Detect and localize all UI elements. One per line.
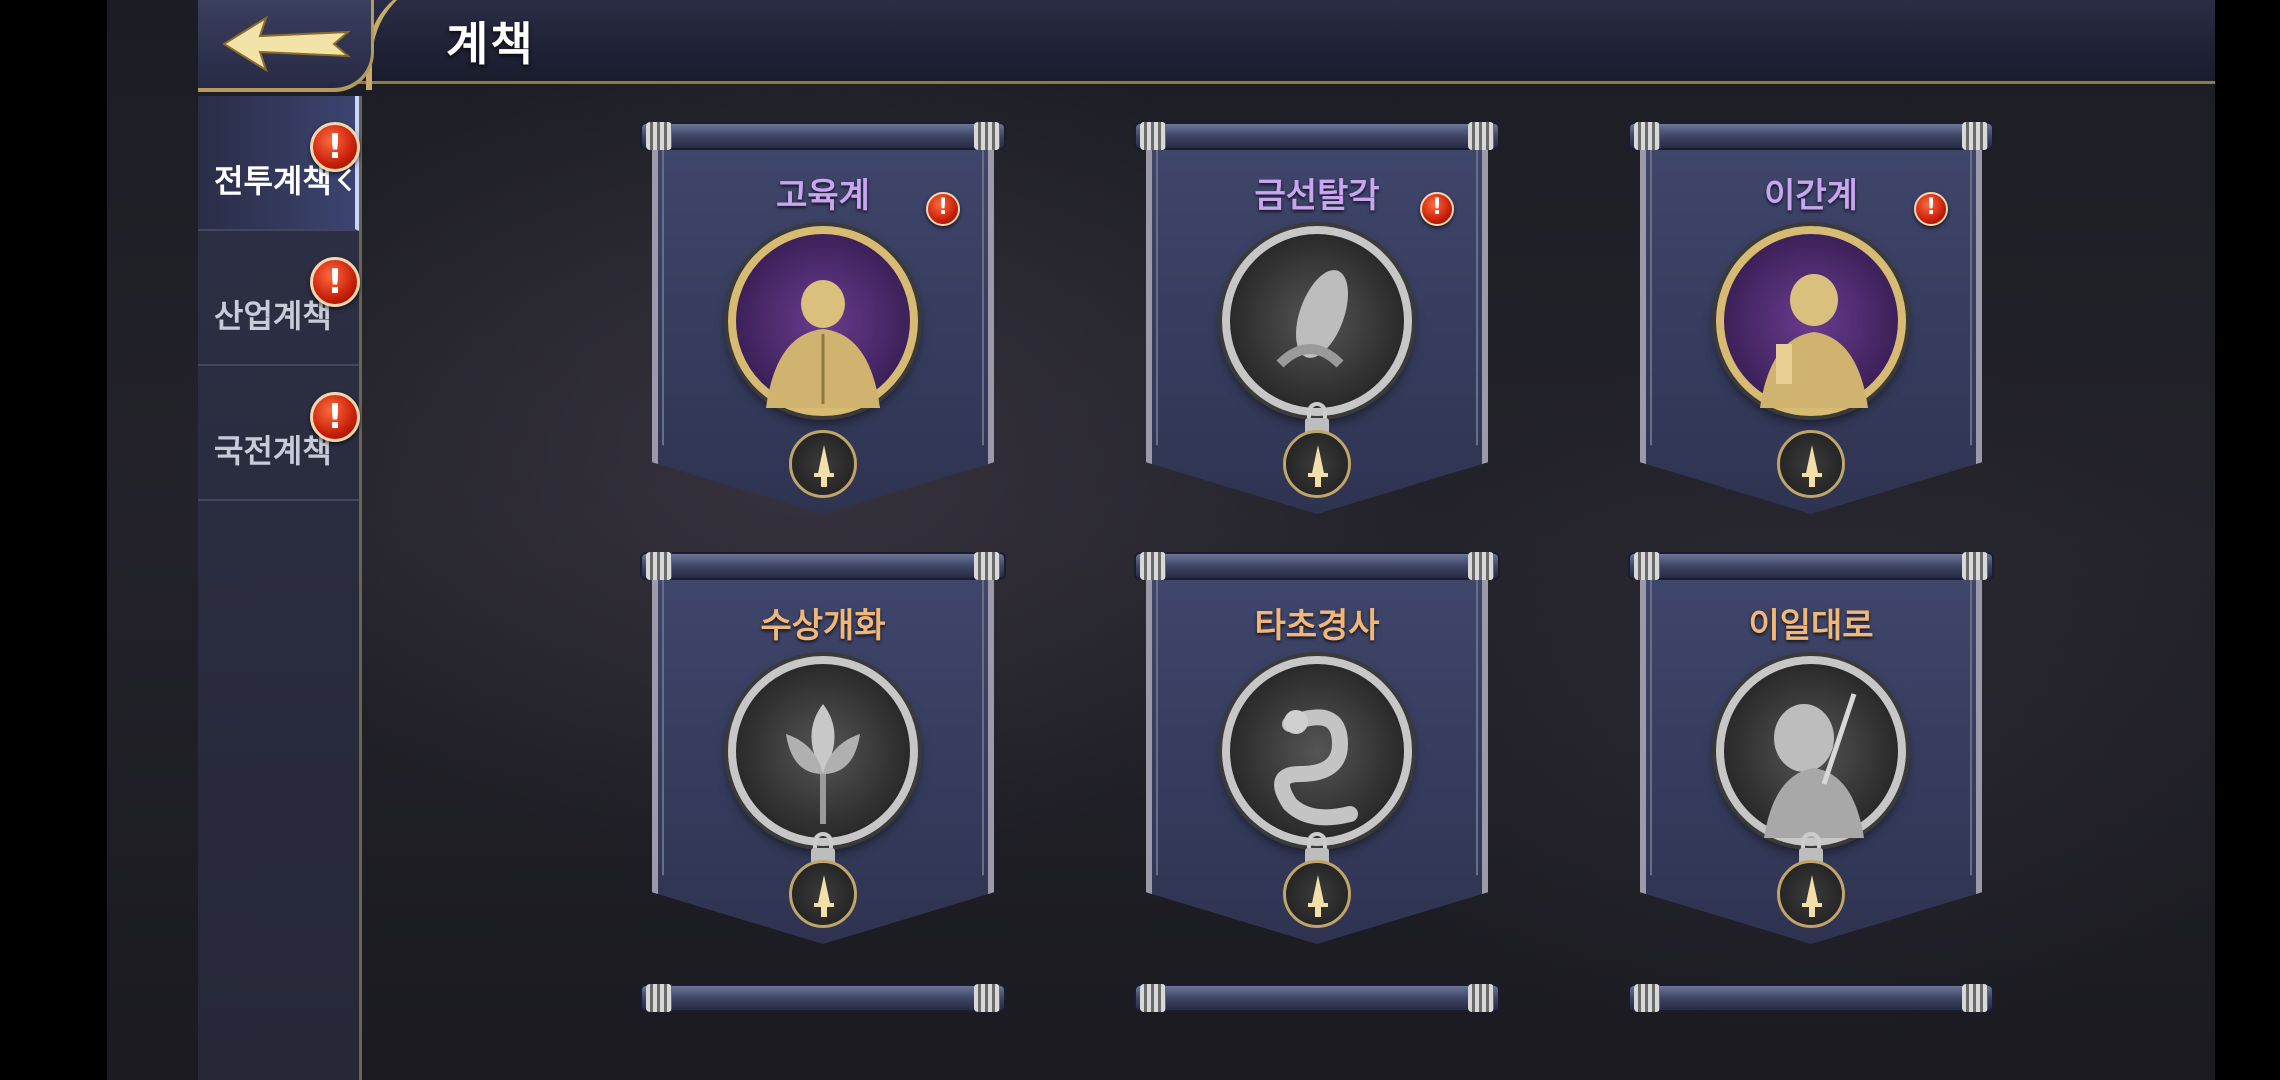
banner-rod <box>640 552 1006 580</box>
lotus-icon <box>728 656 918 846</box>
back-arrow-icon <box>222 15 351 73</box>
sidebar-item-industry[interactable]: 산업계책 ! <box>198 231 360 366</box>
strategy-name: 타초경사 <box>1254 606 1380 646</box>
banner-rod <box>1628 552 1994 580</box>
sidebar-item-nation-war[interactable]: 국전계책 ! <box>198 366 360 501</box>
strategy-card[interactable]: 수상개화 <box>640 552 1006 952</box>
armored-warrior-icon <box>1716 656 1906 846</box>
sidebar-item-label: 전투계책 <box>214 162 332 200</box>
banner-rod <box>1134 122 1500 150</box>
banner-rod <box>1134 552 1500 580</box>
snake-icon <box>1222 656 1412 846</box>
strategy-name: 이일대로 <box>1748 606 1874 646</box>
page-title: 계책 <box>446 17 535 71</box>
banner-rod <box>640 122 1006 150</box>
alert-badge: ! <box>310 392 360 442</box>
strategy-card[interactable]: 고육계 ! <box>640 122 1006 522</box>
category-sidebar: 전투계책 ! 산업계책 ! 국전계책 ! <box>198 96 362 1080</box>
sword-icon[interactable] <box>1283 860 1351 928</box>
cicada-icon <box>1222 226 1412 416</box>
sword-icon[interactable] <box>1283 430 1351 498</box>
sword-icon[interactable] <box>1777 860 1845 928</box>
alert-badge: ! <box>926 192 960 226</box>
strategy-card[interactable]: 이간계 ! <box>1628 122 1994 522</box>
right-bezel <box>2215 0 2280 1080</box>
banner-rod <box>1134 984 1500 1012</box>
strategy-card[interactable]: 타초경사 <box>1134 552 1500 952</box>
selected-arrow-icon <box>337 168 361 192</box>
alert-badge: ! <box>310 122 360 172</box>
strategy-card-partial[interactable] <box>1134 984 1500 1012</box>
muscle-warrior-icon <box>728 226 918 416</box>
back-button[interactable] <box>198 0 374 92</box>
strategy-card-partial[interactable] <box>640 984 1006 1012</box>
sword-icon[interactable] <box>1777 430 1845 498</box>
strategy-name: 수상개화 <box>760 606 886 646</box>
alert-badge: ! <box>1914 192 1948 226</box>
sidebar-item-battle[interactable]: 전투계책 ! <box>198 96 361 231</box>
alert-badge: ! <box>1420 192 1454 226</box>
strategy-card-partial[interactable] <box>1628 984 1994 1012</box>
banner-rod <box>1628 122 1994 150</box>
strategy-card[interactable]: 이일대로 <box>1628 552 1994 952</box>
scholar-icon <box>1716 226 1906 416</box>
banner-rod <box>640 984 1006 1012</box>
banner-rod <box>1628 984 1994 1012</box>
sword-icon[interactable] <box>789 430 857 498</box>
header-bar: 계책 <box>198 0 2215 90</box>
sidebar-item-label: 국전계책 <box>214 432 332 470</box>
sword-icon[interactable] <box>789 860 857 928</box>
strategy-card[interactable]: 금선탈각 ! <box>1134 122 1500 522</box>
alert-badge: ! <box>310 257 360 307</box>
sidebar-item-label: 산업계책 <box>214 297 332 335</box>
